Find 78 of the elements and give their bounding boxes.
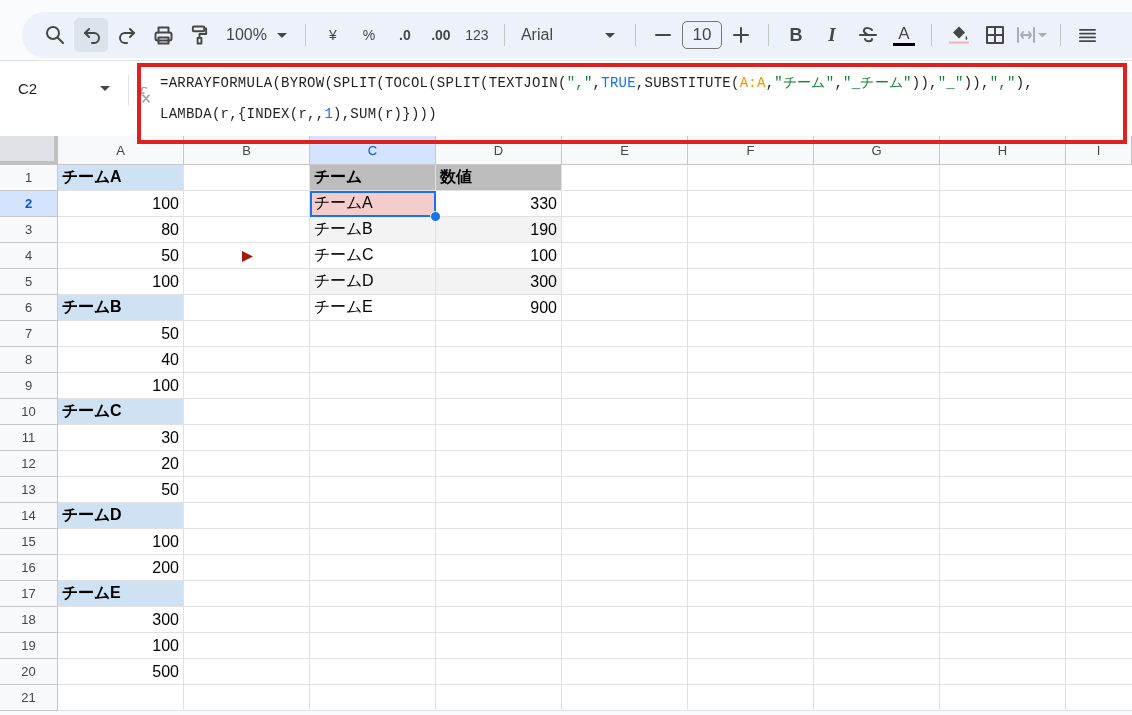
paint-roller-icon	[190, 25, 208, 45]
minus-icon	[654, 34, 671, 36]
row-header[interactable]: 4	[0, 243, 58, 269]
row-header[interactable]: 19	[0, 633, 58, 659]
row-header[interactable]: 3	[0, 217, 58, 243]
row-header[interactable]: 9	[0, 373, 58, 399]
table-cell[interactable]: チームE	[310, 295, 436, 321]
menu-icon	[1079, 27, 1097, 43]
table-cell[interactable]: 300	[58, 607, 184, 633]
caret-icon	[604, 32, 615, 38]
plus-icon	[732, 27, 749, 43]
currency-button[interactable]: ¥	[315, 18, 350, 52]
color-bar-icon	[892, 42, 915, 46]
zoom-dropdown[interactable]: 100%	[218, 18, 295, 52]
table-cell[interactable]: 500	[58, 659, 184, 685]
decrease-decimal-button[interactable]: .0	[387, 18, 422, 52]
printer-icon	[153, 25, 173, 45]
row-header[interactable]: 2	[0, 191, 58, 217]
table-cell[interactable]: 30	[58, 425, 184, 451]
table-cell[interactable]: 900	[436, 295, 562, 321]
table-cell[interactable]: チームD	[58, 503, 184, 529]
column-header[interactable]: A	[58, 136, 184, 165]
corner-cell[interactable]	[0, 136, 58, 165]
caret-icon	[276, 32, 287, 38]
table-cell[interactable]: 80	[58, 217, 184, 243]
redo-icon	[118, 26, 136, 44]
row-header[interactable]: 16	[0, 555, 58, 581]
table-cell[interactable]: 50	[58, 321, 184, 347]
row-header[interactable]: 15	[0, 529, 58, 555]
row-header[interactable]: 17	[0, 581, 58, 607]
increase-decimal-button[interactable]: .00	[423, 18, 458, 52]
row-header[interactable]: 13	[0, 477, 58, 503]
row-header[interactable]: 21	[0, 685, 58, 711]
table-cell[interactable]: チームD	[310, 269, 436, 295]
percent-button[interactable]: %	[351, 18, 386, 52]
table-cell[interactable]: チームE	[58, 581, 184, 607]
undo-button[interactable]	[74, 18, 108, 52]
table-cell[interactable]: チームC	[58, 399, 184, 425]
font-size-field[interactable]: 10	[681, 21, 722, 49]
table-cell[interactable]: チーム	[310, 165, 436, 191]
formula-text[interactable]: =ARRAYFORMULA(BYROW(SPLIT(TOCOL(SPLIT(TEXTJOIN(",",TRUE,SUBSTITUTE(A:A,"チーム","_チーム")),"_")),","), LAMBDA(r,{INDEX(r,,1),SUM(r)})))	[160, 68, 1033, 130]
row-header[interactable]: 5	[0, 269, 58, 295]
row-header[interactable]: 14	[0, 503, 58, 529]
table-cell[interactable]: 数値	[436, 165, 562, 191]
row-header[interactable]: 8	[0, 347, 58, 373]
row-header[interactable]: 1	[0, 165, 58, 191]
strikethrough-icon	[858, 26, 877, 44]
table-cell[interactable]: 190	[436, 217, 562, 243]
merge-cells-icon	[1016, 27, 1035, 43]
row-header[interactable]: 12	[0, 451, 58, 477]
table-cell[interactable]: 100	[58, 191, 184, 217]
table-cell[interactable]: チームA	[58, 165, 184, 191]
table-cell[interactable]: 300	[436, 269, 562, 295]
row-header[interactable]: 18	[0, 607, 58, 633]
undo-icon	[82, 26, 100, 44]
table-cell[interactable]: 100	[58, 633, 184, 659]
paint-bucket-icon	[948, 26, 969, 44]
caret-icon	[1037, 32, 1047, 38]
table-cell[interactable]: 40	[58, 347, 184, 373]
row-header[interactable]: 7	[0, 321, 58, 347]
bold-button[interactable]: B	[778, 18, 813, 52]
row-header[interactable]: 6	[0, 295, 58, 321]
table-cell[interactable]: チームB	[58, 295, 184, 321]
italic-button[interactable]: I	[814, 18, 849, 52]
row-header[interactable]: 10	[0, 399, 58, 425]
table-cell[interactable]: 20	[58, 451, 184, 477]
table-cell[interactable]: チームA	[310, 191, 436, 217]
table-cell[interactable]: チームB	[310, 217, 436, 243]
row-header[interactable]: 11	[0, 425, 58, 451]
number-format-button[interactable]: 123	[459, 18, 494, 52]
table-cell[interactable]: 50	[58, 243, 184, 269]
search-icon	[46, 26, 64, 44]
row-header[interactable]: 20	[0, 659, 58, 685]
grid-icon	[985, 26, 1004, 44]
caret-icon	[100, 85, 110, 91]
font-dropdown[interactable]: Arial	[514, 18, 625, 52]
table-cell[interactable]: 100	[58, 529, 184, 555]
text-color-button[interactable]: A	[886, 18, 921, 52]
